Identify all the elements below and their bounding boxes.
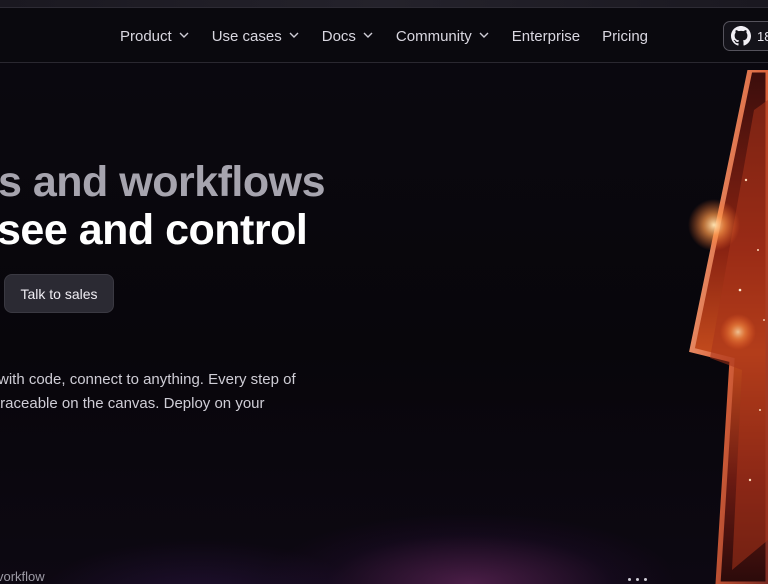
- nav-item-enterprise[interactable]: Enterprise: [512, 28, 580, 45]
- github-star-count: 18: [757, 28, 768, 44]
- talk-to-sales-button[interactable]: Talk to sales: [4, 274, 114, 313]
- nav-item-label: Enterprise: [511, 27, 581, 45]
- nav-links: Product Use cases Docs Community Enterpr…: [120, 8, 670, 64]
- background-glow: [0, 0, 768, 584]
- hero-headline: s and workflows see and control: [0, 158, 326, 254]
- github-icon: [731, 26, 751, 46]
- headline-line-2: see and control: [0, 206, 308, 254]
- nav-item-product[interactable]: Product: [120, 28, 190, 45]
- carousel-dots: [628, 578, 647, 581]
- nav-item-label: Pricing: [602, 27, 649, 45]
- github-star-button[interactable]: 18: [723, 21, 768, 51]
- nav-item-community[interactable]: Community: [396, 28, 490, 45]
- chevron-down-icon: [479, 32, 489, 38]
- hero-description-line-1: with code, connect to anything. Every st…: [0, 371, 296, 388]
- footer-partial-text: vorkflow: [0, 569, 45, 584]
- hero-description-line-2: traceable on the canvas. Deploy on your: [0, 395, 265, 412]
- hero-illustration: [688, 70, 768, 584]
- browser-top-strip: [0, 0, 768, 7]
- headline-line-1: s and workflows: [0, 158, 326, 206]
- nav-item-pricing[interactable]: Pricing: [602, 28, 648, 45]
- top-navbar: Product Use cases Docs Community Enterpr…: [0, 7, 768, 63]
- chevron-down-icon: [289, 32, 299, 38]
- nav-item-label: Docs: [321, 27, 356, 45]
- nav-item-label: Community: [395, 27, 472, 45]
- chevron-down-icon: [363, 32, 373, 38]
- nav-item-label: Use cases: [211, 27, 282, 45]
- hero-description: with code, connect to anything. Every st…: [0, 368, 330, 416]
- nav-item-label: Product: [120, 27, 172, 45]
- nav-item-docs[interactable]: Docs: [322, 28, 374, 45]
- nav-item-use-cases[interactable]: Use cases: [212, 28, 300, 45]
- chevron-down-icon: [179, 32, 189, 38]
